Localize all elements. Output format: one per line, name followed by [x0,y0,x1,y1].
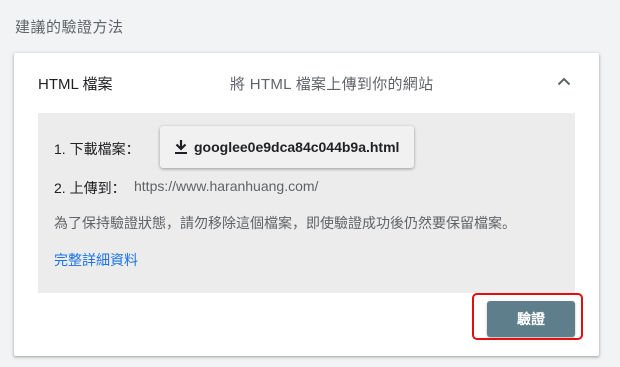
keep-file-notice: 為了保持驗證狀態，請勿移除這個檔案，即使驗證成功後仍然要保留檔案。 [54,215,516,231]
method-content-panel: 1. 下載檔案： googlee0e9dca84c044b9a.html 2. … [38,113,575,293]
chevron-up-icon [557,73,571,91]
upload-url: https://www.haranhuang.com/ [134,178,319,194]
download-file-button[interactable]: googlee0e9dca84c044b9a.html [160,126,414,168]
collapse-button[interactable] [551,69,577,95]
method-description: 將 HTML 檔案上傳到你的網站 [230,76,434,93]
section-title: 建議的驗證方法 [15,19,124,36]
full-details-link[interactable]: 完整詳細資料 [54,250,138,270]
method-header[interactable]: HTML 檔案 將 HTML 檔案上傳到你的網站 [14,53,599,111]
download-icon [172,138,190,156]
download-step-label: 1. 下載檔案： [54,141,140,157]
method-label: HTML 檔案 [38,76,113,93]
upload-step-label: 2. 上傳到： [54,180,126,196]
download-filename: googlee0e9dca84c044b9a.html [194,139,400,155]
highlight-box [472,293,583,340]
